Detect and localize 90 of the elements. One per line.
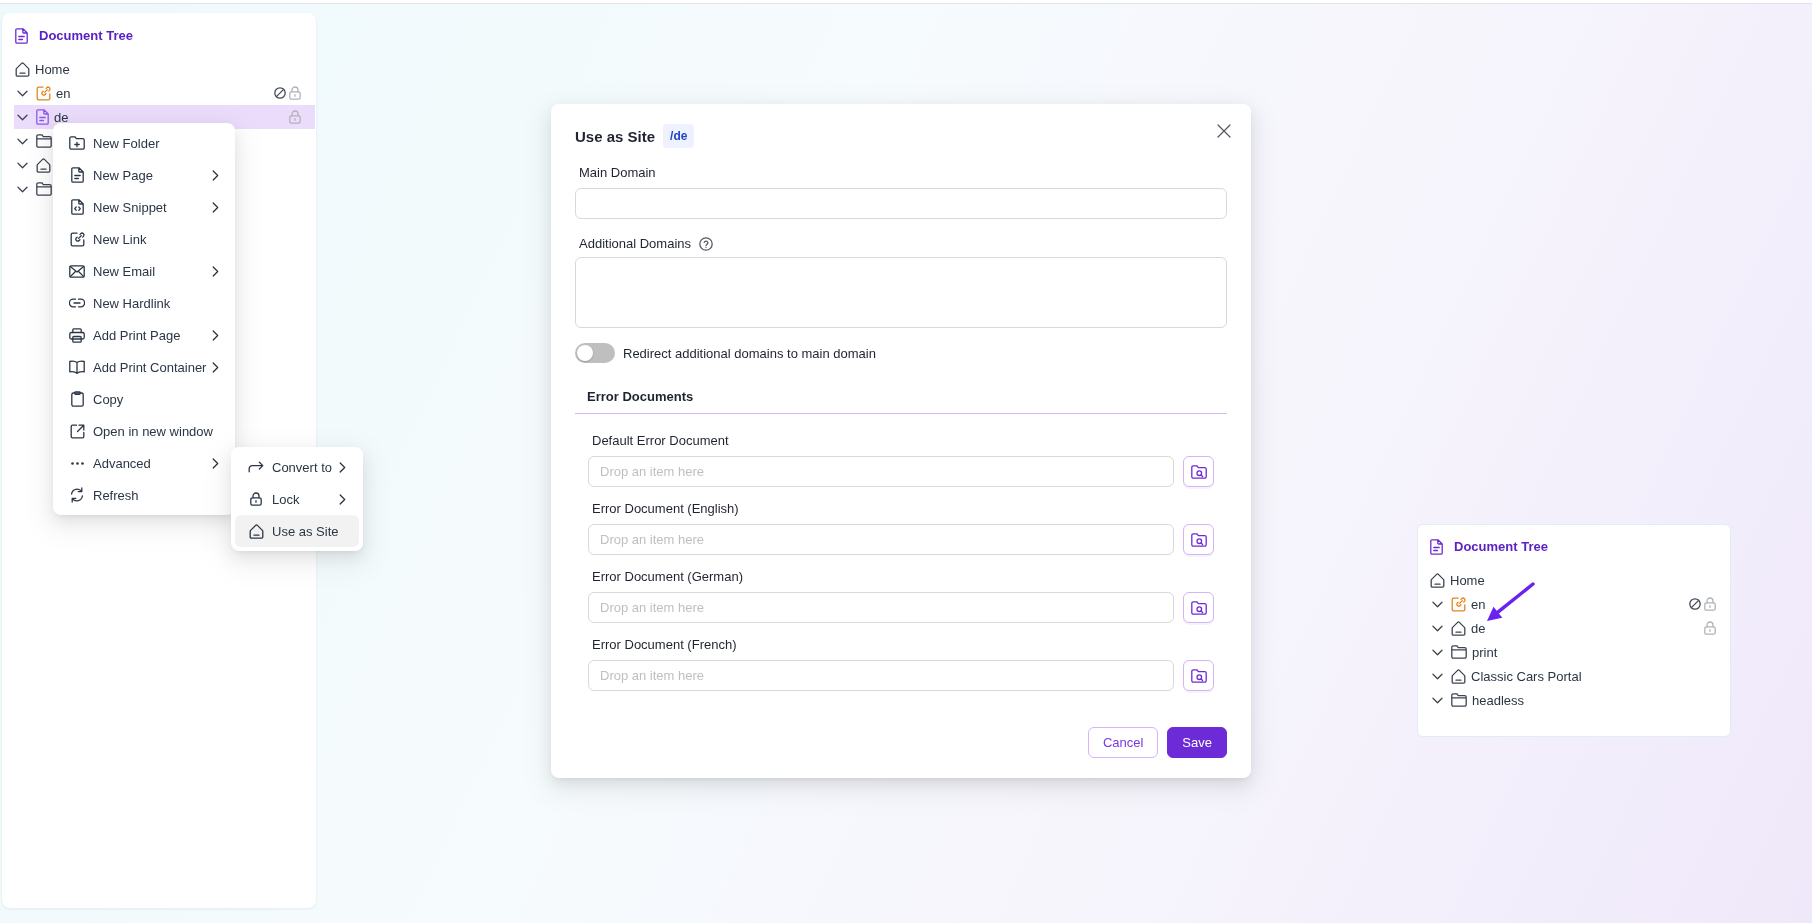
- menu-item[interactable]: New Snippet: [57, 191, 231, 223]
- field-label: Error Document (English): [591, 501, 740, 517]
- lock-icon: [250, 492, 262, 506]
- drop-field[interactable]: Drop an item here: [588, 660, 1174, 691]
- external-link-icon: [69, 423, 85, 439]
- tree-item[interactable]: Home: [14, 57, 315, 81]
- browse-button[interactable]: [1183, 592, 1214, 623]
- folder-search-icon: [1190, 600, 1207, 615]
- house-icon: [1451, 668, 1466, 684]
- document-icon: [15, 27, 28, 44]
- field-label: Main Domain: [579, 165, 656, 181]
- tree-item[interactable]: Home: [1429, 568, 1730, 592]
- redirect-arrow-icon: [248, 461, 264, 473]
- chevron-down-icon[interactable]: [1432, 624, 1443, 632]
- save-button[interactable]: Save: [1167, 727, 1227, 758]
- field-label: Error Document (French): [591, 637, 738, 653]
- help-icon[interactable]: [699, 237, 713, 251]
- panel-title: Document Tree: [1454, 539, 1548, 554]
- drop-field[interactable]: Drop an item here: [588, 456, 1174, 487]
- folder-icon: [1451, 645, 1467, 659]
- menu-item[interactable]: Add Print Page: [57, 319, 231, 351]
- folder-plus-icon: [69, 136, 85, 150]
- printer-icon: [69, 327, 85, 343]
- browse-button[interactable]: [1183, 524, 1214, 555]
- browse-button[interactable]: [1183, 660, 1214, 691]
- cancel-button[interactable]: Cancel: [1087, 727, 1159, 758]
- menu-item[interactable]: Use as Site: [235, 515, 359, 547]
- chevron-down-icon[interactable]: [17, 185, 28, 193]
- menu-item[interactable]: Add Print Container: [57, 351, 231, 383]
- menu-item[interactable]: Advanced: [57, 447, 231, 479]
- drop-field[interactable]: Drop an item here: [588, 592, 1174, 623]
- link-icon: [69, 231, 85, 247]
- chevron-down-icon[interactable]: [1432, 696, 1443, 704]
- tree-item[interactable]: de: [1429, 616, 1730, 640]
- menu-item[interactable]: New Page: [57, 159, 231, 191]
- chain-link-icon: [69, 298, 85, 308]
- folder-search-icon: [1190, 668, 1207, 683]
- toggle-label: Redirect additional domains to main domain: [623, 345, 876, 361]
- drop-field[interactable]: Drop an item here: [588, 524, 1174, 555]
- tab[interactable]: Error Documents: [575, 381, 706, 413]
- refresh-icon: [70, 487, 84, 503]
- house-icon: [1451, 620, 1466, 636]
- dialog-title: Use as Site: [575, 127, 656, 145]
- house-icon: [248, 523, 264, 539]
- chevron-down-icon[interactable]: [17, 89, 28, 97]
- close-button[interactable]: [1217, 124, 1231, 138]
- folder-icon: [1451, 693, 1467, 707]
- folder-search-icon: [1190, 532, 1207, 547]
- chevron-down-icon[interactable]: [17, 113, 28, 121]
- more-icon: [70, 461, 84, 465]
- tree-item[interactable]: headless: [1429, 688, 1730, 712]
- menu-item[interactable]: Lock: [235, 483, 359, 515]
- menu-item[interactable]: Refresh: [57, 479, 231, 511]
- field-label: Error Document (German): [591, 569, 744, 585]
- toggle-switch[interactable]: [575, 343, 615, 363]
- menu-item[interactable]: New Hardlink: [57, 287, 231, 319]
- chevron-down-icon[interactable]: [17, 137, 28, 145]
- document-icon: [36, 109, 49, 125]
- document-icon: [1430, 538, 1443, 555]
- clipboard-icon: [70, 391, 84, 407]
- document-icon: [70, 167, 84, 183]
- house-icon: [15, 61, 30, 77]
- path-tag: /de: [663, 124, 695, 148]
- chevron-down-icon[interactable]: [17, 161, 28, 169]
- tree-item[interactable]: en: [14, 81, 315, 105]
- menu-item[interactable]: Open in new window: [57, 415, 231, 447]
- envelope-icon: [69, 264, 85, 278]
- menu-item[interactable]: Convert to: [235, 451, 359, 483]
- text-field[interactable]: [575, 188, 1227, 219]
- menu-item[interactable]: New Folder: [57, 127, 231, 159]
- house-icon: [1430, 572, 1445, 588]
- chevron-down-icon[interactable]: [1432, 600, 1443, 608]
- menu-item[interactable]: New Link: [57, 223, 231, 255]
- browse-button[interactable]: [1183, 456, 1214, 487]
- book-icon: [69, 360, 85, 374]
- menu-item[interactable]: New Email: [57, 255, 231, 287]
- field-label: Default Error Document: [591, 433, 730, 449]
- chevron-down-icon[interactable]: [1432, 648, 1443, 656]
- folder-search-icon: [1190, 464, 1207, 479]
- tree-item[interactable]: print: [1429, 640, 1730, 664]
- link-icon: [1451, 596, 1466, 612]
- tree-item[interactable]: en: [1429, 592, 1730, 616]
- field-label: Additional Domains: [579, 236, 691, 252]
- tree-item[interactable]: Classic Cars Portal: [1429, 664, 1730, 688]
- close-icon: [1217, 124, 1231, 138]
- menu-item[interactable]: Copy: [57, 383, 231, 415]
- panel-title: Document Tree: [39, 28, 133, 43]
- chevron-down-icon[interactable]: [1432, 672, 1443, 680]
- link-icon: [36, 85, 51, 101]
- code-document-icon: [70, 199, 84, 215]
